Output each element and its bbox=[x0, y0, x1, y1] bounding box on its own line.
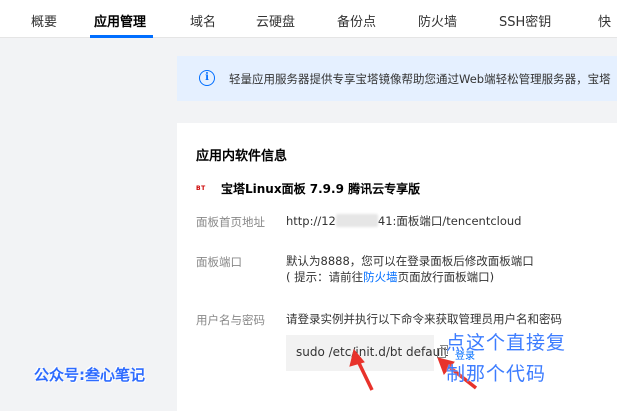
app-name: 宝塔Linux面板 7.9.9 腾讯云专享版 bbox=[221, 182, 421, 196]
command-text: sudo /etc/init.d/bt default bbox=[296, 345, 449, 359]
panel-port-label: 面板端口 bbox=[196, 255, 242, 269]
tab-ssh-key[interactable]: SSH密钥 bbox=[499, 11, 551, 30]
tab-firewall[interactable]: 防火墙 bbox=[418, 11, 457, 30]
panel-url-label: 面板首页地址 bbox=[196, 215, 265, 229]
watermark-text: 公众号:叁心笔记 bbox=[34, 366, 145, 384]
tab-domain[interactable]: 域名 bbox=[190, 11, 216, 30]
active-tab-indicator bbox=[90, 35, 153, 38]
panel-url-prefix: http://12 bbox=[286, 214, 336, 228]
panel-port-hint-suffix: 页面放行面板端口) bbox=[397, 270, 495, 284]
card-title: 应用内软件信息 bbox=[196, 149, 288, 164]
redacted-ip bbox=[335, 214, 378, 227]
panel-url-value[interactable]: http://12 41:面板端口/tencentcloud bbox=[286, 213, 521, 229]
tab-app-management[interactable]: 应用管理 bbox=[94, 11, 146, 30]
firewall-link[interactable]: 防火墙 bbox=[363, 270, 398, 284]
copy-icon[interactable] bbox=[437, 345, 448, 358]
panel-port-value: 默认为8888，您可以在登录面板后修改面板端口 ( 提示：请前往防火墙页面放行面… bbox=[286, 253, 534, 285]
annotation-line-1: 点这个直接复 bbox=[446, 332, 567, 354]
command-box[interactable]: sudo /etc/init.d/bt default bbox=[286, 335, 448, 371]
panel-url-suffix: 41:面板端口/tencentcloud bbox=[377, 214, 522, 228]
panel-port-line1: 默认为8888，您可以在登录面板后修改面板端口 bbox=[286, 254, 534, 268]
tab-cloud-disk[interactable]: 云硬盘 bbox=[256, 11, 295, 30]
tab-bar: 概要 应用管理 域名 云硬盘 备份点 防火墙 SSH密钥 快 bbox=[0, 0, 617, 38]
panel-port-line2: ( 提示：请前往防火墙页面放行面板端口) bbox=[286, 269, 534, 285]
credentials-text: 请登录实例并执行以下命令来获取管理员用户名和密码 bbox=[286, 312, 562, 326]
info-icon: i bbox=[199, 70, 215, 86]
tab-snapshot[interactable]: 快 bbox=[598, 11, 611, 30]
tab-backup[interactable]: 备份点 bbox=[337, 11, 376, 30]
credentials-label: 用户名与密码 bbox=[196, 313, 265, 327]
app-info-card: 应用内软件信息 BT 宝塔Linux面板 7.9.9 腾讯云专享版 面板首页地址… bbox=[177, 123, 617, 411]
notice-text: 轻量应用服务器提供专享宝塔镜像帮助您通过Web端轻松管理服务器，宝塔 bbox=[229, 72, 611, 86]
annotation-line-2: 制那个代码 bbox=[446, 363, 547, 385]
bt-logo-icon: BT bbox=[196, 185, 206, 192]
tab-overview[interactable]: 概要 bbox=[31, 11, 57, 30]
panel-port-hint-prefix: ( 提示：请前往 bbox=[286, 270, 364, 284]
notice-banner: i 轻量应用服务器提供专享宝塔镜像帮助您通过Web端轻松管理服务器，宝塔 bbox=[177, 56, 617, 101]
